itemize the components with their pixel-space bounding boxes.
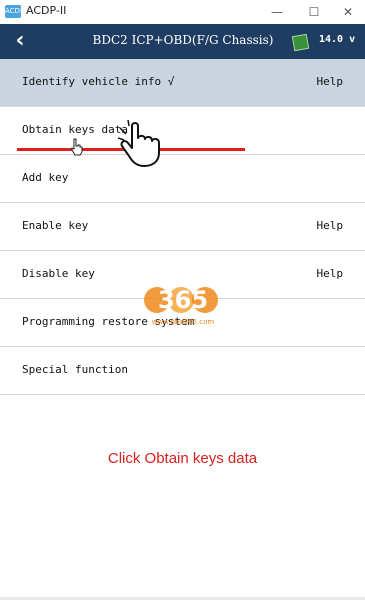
watermark-url: www.obd365.com — [152, 318, 215, 326]
tap-hand-icon — [118, 120, 160, 167]
menu-item-label: Disable key — [22, 267, 95, 280]
window-title: ACDP-II — [26, 4, 67, 17]
page-title: BDC2 ICP+OBD(F/G Chassis) — [92, 33, 274, 47]
menu-item-label: Identify vehicle info √ — [22, 75, 175, 88]
menu-item-label: Enable key — [22, 219, 89, 232]
app-header: ‹ BDC2 ICP+OBD(F/G Chassis) 14.0 v — [0, 24, 365, 59]
pointer-cursor-icon — [71, 138, 83, 156]
menu-item-label: Special function — [22, 363, 128, 376]
close-button[interactable]: ✕ — [334, 2, 362, 22]
help-link[interactable]: Help — [317, 75, 344, 88]
instruction-caption: Click Obtain keys data — [107, 450, 258, 467]
menu-item-identify-vehicle-info[interactable]: Identify vehicle info √ Help — [0, 59, 365, 107]
minimize-button[interactable]: — — [263, 2, 291, 22]
battery-icon — [291, 33, 310, 52]
function-menu: Identify vehicle info √ Help Obtain keys… — [0, 59, 365, 395]
watermark-logo-text: 365 — [158, 286, 208, 314]
maximize-button[interactable]: ☐ — [300, 2, 328, 22]
voltage-readout: 14.0 v — [319, 34, 356, 45]
watermark-logo: 365 www.obd365.com — [144, 286, 218, 326]
help-link[interactable]: Help — [317, 267, 344, 280]
menu-item-label: Add key — [22, 171, 69, 184]
window-titlebar: ACDP ACDP-II — ☐ ✕ — [0, 0, 365, 25]
menu-item-special-function[interactable]: Special function — [0, 347, 365, 395]
menu-item-label: Obtain keys data — [22, 123, 128, 136]
menu-item-add-key[interactable]: Add key — [0, 155, 365, 203]
help-link[interactable]: Help — [317, 219, 344, 232]
back-button[interactable]: ‹ — [8, 27, 32, 55]
app-icon: ACDP — [5, 5, 24, 18]
menu-item-enable-key[interactable]: Enable key Help — [0, 203, 365, 251]
